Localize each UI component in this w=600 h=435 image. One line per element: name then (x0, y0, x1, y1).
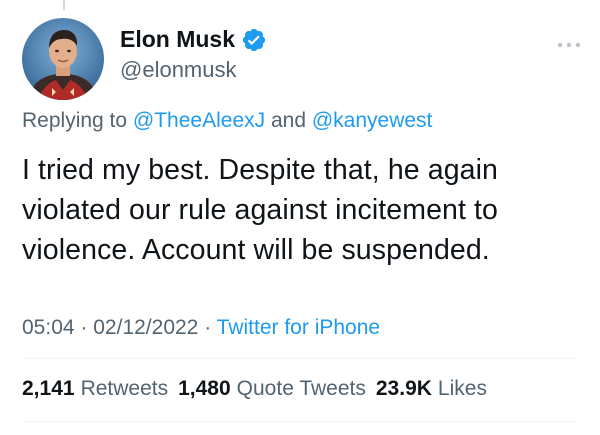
quote-tweets-label: Quote Tweets (236, 377, 366, 400)
mention-link[interactable]: @kanyewest (312, 109, 433, 132)
tweet-metadata: 05:04 · 02/12/2022 · Twitter for iPhone (22, 316, 380, 340)
thread-connector-line (63, 0, 65, 10)
replying-to-conjunction: and (270, 109, 307, 132)
tweet-text: I tried my best. Despite that, he again … (22, 154, 499, 266)
tweet-source-link[interactable]: Twitter for iPhone (217, 316, 380, 339)
mention-link[interactable]: @TheeAleexJ (133, 109, 265, 132)
more-options-icon[interactable] (556, 38, 582, 50)
tweet-date[interactable]: 02/12/2022 (93, 316, 198, 339)
verified-badge-icon (241, 27, 267, 53)
divider (22, 421, 578, 422)
avatar[interactable] (22, 18, 104, 100)
meta-separator: · (204, 316, 212, 339)
meta-separator: · (80, 316, 88, 339)
author-name-row: Elon Musk (120, 26, 267, 53)
likes-stat[interactable]: 23.9K Likes (376, 377, 487, 401)
replying-to-prefix: Replying to (22, 109, 128, 132)
likes-label: Likes (437, 377, 487, 400)
retweets-count: 2,141 (22, 377, 75, 400)
tweet-header: Elon Musk @elonmusk (22, 18, 582, 100)
quote-tweets-stat[interactable]: 1,480 Quote Tweets (178, 377, 366, 401)
author-display-name[interactable]: Elon Musk (120, 26, 235, 53)
likes-count: 23.9K (375, 377, 432, 400)
divider (22, 358, 578, 359)
avatar-image (22, 18, 104, 100)
tweet-time[interactable]: 05:04 (22, 316, 75, 339)
retweets-stat[interactable]: 2,141 Retweets (22, 377, 168, 401)
author-info: Elon Musk @elonmusk (120, 26, 267, 83)
replying-to: Replying to @TheeAleexJ and @kanyewest (22, 109, 432, 133)
retweets-label: Retweets (80, 377, 169, 400)
quote-tweets-count: 1,480 (178, 377, 231, 400)
tweet-stats: 2,141 Retweets 1,480 Quote Tweets 23.9K … (22, 377, 487, 401)
author-handle[interactable]: @elonmusk (120, 57, 267, 83)
